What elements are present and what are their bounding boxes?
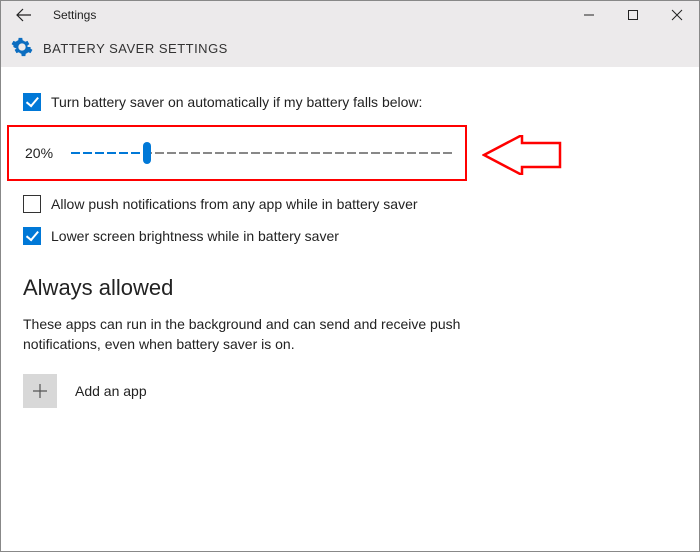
threshold-percent: 20% — [25, 145, 57, 161]
checkbox-auto-on[interactable] — [23, 93, 41, 111]
always-allowed-description: These apps can run in the background and… — [23, 315, 483, 354]
window: Settings BATTERY SAVER SETTINGS Turn bat… — [0, 0, 700, 552]
option-auto-on: Turn battery saver on automatically if m… — [23, 93, 677, 111]
label-lower-brightness: Lower screen brightness while in battery… — [51, 228, 339, 244]
page-title: BATTERY SAVER SETTINGS — [43, 41, 228, 56]
threshold-highlight: 20% — [7, 125, 677, 181]
window-title: Settings — [47, 8, 567, 22]
option-allow-push: Allow push notifications from any app wh… — [23, 195, 677, 213]
add-app-label: Add an app — [75, 383, 147, 399]
add-app-row: Add an app — [23, 374, 677, 408]
content: Turn battery saver on automatically if m… — [1, 67, 699, 551]
back-button[interactable] — [1, 7, 47, 23]
label-allow-push: Allow push notifications from any app wh… — [51, 196, 418, 212]
plus-icon — [32, 383, 48, 399]
option-lower-brightness: Lower screen brightness while in battery… — [23, 227, 677, 245]
gear-icon — [11, 36, 33, 61]
slider-thumb[interactable] — [143, 142, 151, 164]
label-auto-on: Turn battery saver on automatically if m… — [51, 94, 422, 110]
threshold-slider[interactable] — [71, 151, 453, 155]
always-allowed-heading: Always allowed — [23, 275, 677, 301]
callout-arrow-icon — [482, 135, 562, 175]
titlebar: Settings — [1, 1, 699, 29]
minimize-button[interactable] — [567, 1, 611, 29]
threshold-box: 20% — [7, 125, 467, 181]
window-buttons — [567, 1, 699, 29]
checkbox-lower-brightness[interactable] — [23, 227, 41, 245]
add-app-button[interactable] — [23, 374, 57, 408]
slider-fill — [71, 152, 147, 154]
close-button[interactable] — [655, 1, 699, 29]
maximize-button[interactable] — [611, 1, 655, 29]
checkbox-allow-push[interactable] — [23, 195, 41, 213]
header: BATTERY SAVER SETTINGS — [1, 29, 699, 67]
